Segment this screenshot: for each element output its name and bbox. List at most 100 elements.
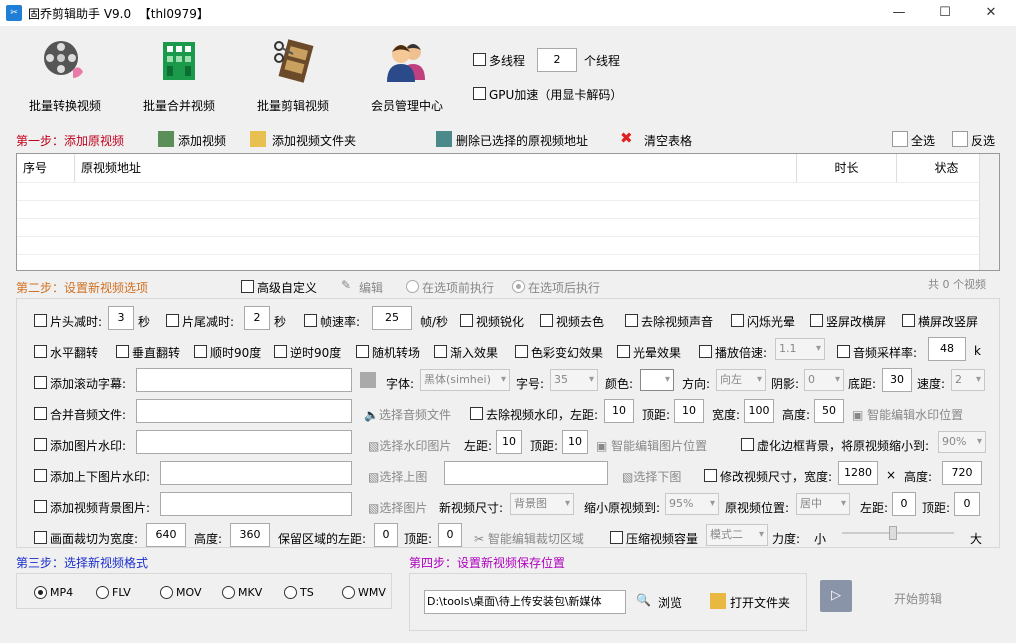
add-folder-button[interactable]: 添加视频文件夹 [250,131,370,148]
image-watermark-input[interactable] [136,430,352,454]
hflip-checkbox[interactable] [34,345,47,358]
format-radio-ts[interactable] [284,586,297,599]
invert-button[interactable]: 反选 [952,131,1002,148]
wm-top-input[interactable]: 10 [674,399,704,423]
keep-top-input[interactable]: 0 [438,523,462,547]
resize-width-input[interactable]: 1280 [838,461,878,485]
select-watermark-button[interactable]: ▧选择水印图片 [368,437,451,454]
gpu-checkbox[interactable] [473,87,486,100]
select-audio-button[interactable]: 🔈选择音频文件 [364,406,451,423]
decolor-checkbox[interactable] [540,314,553,327]
speed-checkbox[interactable] [699,345,712,358]
scroll-speed-select[interactable]: 2 [951,369,985,391]
glow-checkbox[interactable] [617,345,630,358]
vflip-checkbox[interactable] [116,345,129,358]
bg-image-input[interactable] [160,492,352,516]
subtitle-input[interactable] [136,368,352,392]
clear-table-button[interactable]: ✖ 清空表格 [620,129,700,148]
video-table[interactable]: 序号 原视频地址 时长 状态 [16,153,1000,271]
shadow-select[interactable]: 0 [804,369,844,391]
blur-bg-checkbox[interactable] [741,438,754,451]
minimize-button[interactable]: — [876,0,922,26]
format-radio-wmv[interactable] [342,586,355,599]
after-option-radio[interactable] [512,280,525,293]
close-button[interactable]: ✕ [968,0,1014,26]
framerate-input[interactable]: 25 [372,306,412,330]
start-icon[interactable]: ▷ [820,580,852,612]
thread-count-input[interactable]: 2 [537,48,577,72]
tail-cut-checkbox[interactable] [166,314,179,327]
batch-merge-button[interactable]: 批量合并视频 [124,36,234,114]
audio-path-input[interactable] [136,399,352,423]
batch-cut-button[interactable]: 批量剪辑视频 [238,36,348,114]
wm-width-input[interactable]: 100 [744,399,774,423]
tail-cut-input[interactable]: 2 [244,306,270,330]
compress-checkbox[interactable] [610,531,623,544]
bottom-input[interactable]: 30 [882,368,912,392]
framerate-checkbox[interactable] [304,314,317,327]
smart-watermark-button[interactable]: ▣ 智能编辑水印位置 [852,406,963,423]
subtitle-edit-icon[interactable] [360,372,376,388]
blur-scale-select[interactable]: 90% [938,431,986,453]
topbottom-checkbox[interactable] [34,469,47,482]
crop-checkbox[interactable] [34,531,47,544]
wm-height-input[interactable]: 50 [814,399,844,423]
open-folder-button[interactable]: 打开文件夹 [710,593,800,610]
before-option-radio[interactable] [406,280,419,293]
sharpen-checkbox[interactable] [460,314,473,327]
compress-mode-select[interactable]: 模式二 [706,524,768,546]
select-top-button[interactable]: ▧选择上图 [368,468,427,485]
maximize-button[interactable]: ☐ [922,0,968,26]
shrink-select[interactable]: 95% [665,493,719,515]
subtitle-checkbox[interactable] [34,376,47,389]
img-left-input[interactable]: 10 [496,430,522,454]
bg-left-input[interactable]: 0 [892,492,916,516]
batch-convert-button[interactable]: 批量转换视频 [10,36,120,114]
format-radio-mp4[interactable] [34,586,47,599]
h2v-checkbox[interactable] [902,314,915,327]
remove-watermark-checkbox[interactable] [470,407,483,420]
select-bottom-button[interactable]: ▧选择下图 [622,468,681,485]
image-watermark-checkbox[interactable] [34,438,47,451]
direction-select[interactable]: 向左 [716,369,766,391]
wm-left-input[interactable]: 10 [604,399,634,423]
select-bg-button[interactable]: ▧选择图片 [368,499,427,516]
strength-slider-thumb[interactable] [888,526,897,540]
speed-select[interactable]: 1.1 [775,338,825,360]
head-cut-checkbox[interactable] [34,314,47,327]
keep-left-input[interactable]: 0 [374,523,398,547]
bottom-image-input[interactable] [444,461,608,485]
resize-height-input[interactable]: 720 [942,461,982,485]
bg-top-input[interactable]: 0 [954,492,980,516]
start-button[interactable]: 开始剪辑 [894,590,942,607]
top-image-input[interactable] [160,461,352,485]
mute-checkbox[interactable] [625,314,638,327]
browse-button[interactable]: 🔍 浏览 [636,593,696,610]
fadein-checkbox[interactable] [434,345,447,358]
color-picker[interactable] [640,369,674,391]
smart-crop-button[interactable]: ✂ 智能编辑裁切区域 [474,530,584,547]
remove-selected-button[interactable]: 删除已选择的原视频地址 [436,131,606,148]
resize-checkbox[interactable] [704,469,717,482]
format-radio-mkv[interactable] [222,586,235,599]
samplerate-checkbox[interactable] [837,345,850,358]
v2h-checkbox[interactable] [810,314,823,327]
head-cut-input[interactable]: 3 [108,306,134,330]
random-transition-checkbox[interactable] [356,345,369,358]
cw90-checkbox[interactable] [194,345,207,358]
table-scrollbar[interactable] [979,154,999,270]
position-select[interactable]: 居中 [796,493,850,515]
flash-checkbox[interactable] [731,314,744,327]
format-radio-mov[interactable] [160,586,173,599]
size-select[interactable]: 35 [550,369,598,391]
save-path-input[interactable]: D:\tools\桌面\待上传安装包\新媒体 [424,590,626,614]
add-video-button[interactable]: 添加视频 [158,131,248,148]
new-size-select[interactable]: 背景图 [510,493,574,515]
smart-image-button[interactable]: ▣ 智能编辑图片位置 [596,437,707,454]
merge-audio-checkbox[interactable] [34,407,47,420]
bg-image-checkbox[interactable] [34,500,47,513]
colorfx-checkbox[interactable] [515,345,528,358]
multithread-checkbox[interactable] [473,53,486,66]
font-select[interactable]: 黑体(simhei) [420,369,510,391]
crop-width-input[interactable]: 640 [146,523,186,547]
